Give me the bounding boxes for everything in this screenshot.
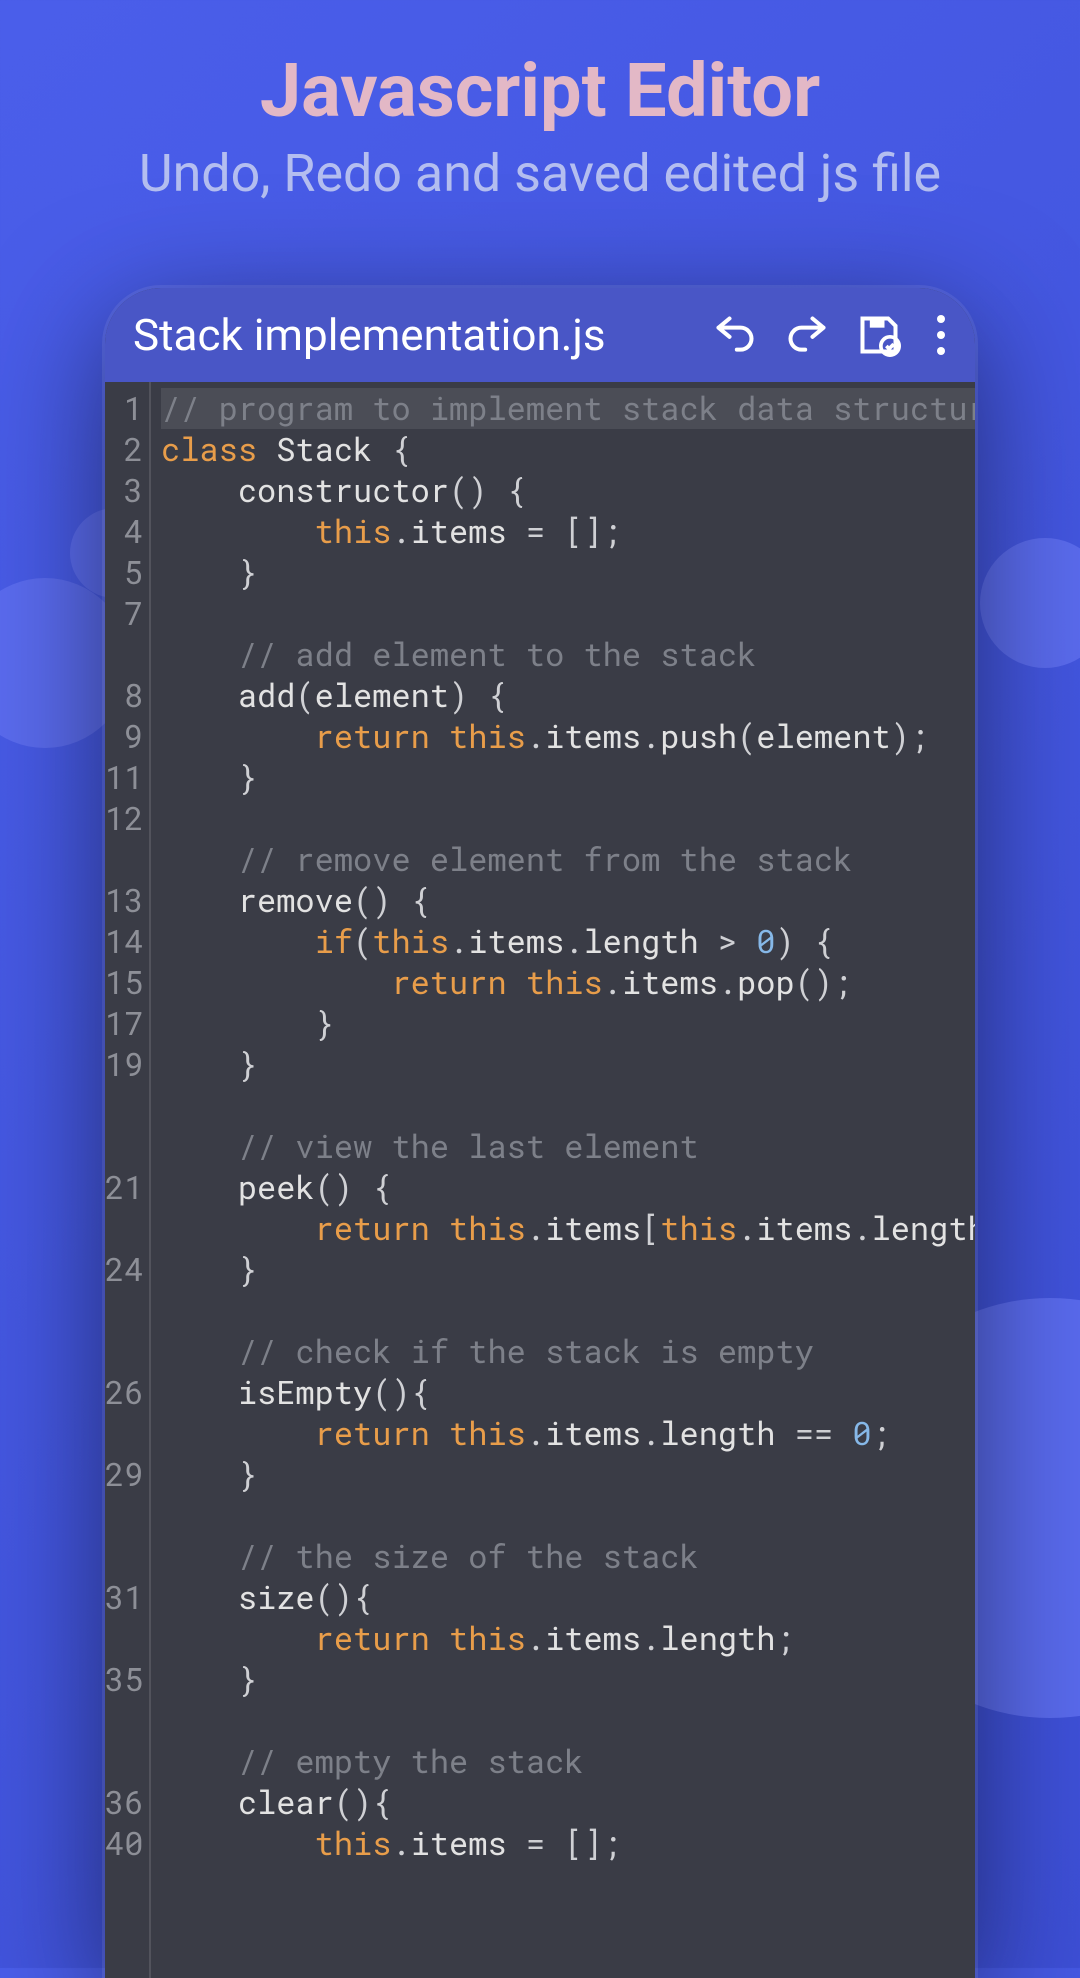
code-line[interactable]: } [161, 1454, 975, 1495]
redo-icon[interactable] [785, 313, 829, 357]
line-number [105, 839, 143, 880]
line-number: 26 [105, 1372, 143, 1413]
code-line[interactable]: // add element to the stack [161, 634, 975, 675]
code-line[interactable]: class Stack { [161, 429, 975, 470]
overflow-menu-icon[interactable] [929, 315, 953, 355]
line-number [105, 1741, 143, 1782]
code-line[interactable] [161, 1495, 975, 1536]
line-number [105, 1290, 143, 1331]
line-number [105, 1126, 143, 1167]
code-line[interactable]: size(){ [161, 1577, 975, 1618]
code-line[interactable]: } [161, 1003, 975, 1044]
line-number [105, 1618, 143, 1659]
promo-headline: Javascript Editor [0, 48, 1080, 135]
line-number: 4 [105, 511, 143, 552]
line-number: 13 [105, 880, 143, 921]
undo-icon[interactable] [713, 313, 757, 357]
line-number [105, 634, 143, 675]
line-number: 5 [105, 552, 143, 593]
line-number [105, 1413, 143, 1454]
code-line[interactable]: return this.items[this.items.length - 1]… [161, 1208, 975, 1249]
code-line[interactable]: // remove element from the stack [161, 839, 975, 880]
line-number: 35 [105, 1659, 143, 1700]
line-number [105, 1700, 143, 1741]
line-number: 11 [105, 757, 143, 798]
line-number [105, 1495, 143, 1536]
appbar-actions [713, 313, 953, 357]
code-line[interactable]: if(this.items.length > 0) { [161, 921, 975, 962]
code-line[interactable]: } [161, 552, 975, 593]
line-number: 36 [105, 1782, 143, 1823]
code-line[interactable]: } [161, 1044, 975, 1085]
code-line[interactable]: return this.items.push(element); [161, 716, 975, 757]
decor-circle [980, 538, 1080, 668]
code-area[interactable]: // program to implement stack data struc… [151, 382, 975, 1978]
line-number: 14 [105, 921, 143, 962]
code-line[interactable]: } [161, 757, 975, 798]
line-number [105, 1536, 143, 1577]
code-line[interactable]: // program to implement stack data struc… [161, 388, 975, 429]
code-line[interactable]: peek() { [161, 1167, 975, 1208]
code-line[interactable]: // view the last element [161, 1126, 975, 1167]
line-number: 7 [105, 593, 143, 634]
code-line[interactable]: return this.items.pop(); [161, 962, 975, 1003]
file-title: Stack implementation.js [133, 309, 713, 361]
code-line[interactable]: add(element) { [161, 675, 975, 716]
save-icon[interactable] [857, 313, 901, 357]
line-number: 21 [105, 1167, 143, 1208]
line-number: 24 [105, 1249, 143, 1290]
line-number [105, 1208, 143, 1249]
code-line[interactable]: } [161, 1659, 975, 1700]
line-number: 15 [105, 962, 143, 1003]
code-editor[interactable]: 12345789111213141517192124262931353640 /… [105, 382, 975, 1978]
code-line[interactable] [161, 798, 975, 839]
code-line[interactable] [161, 1085, 975, 1126]
line-number: 9 [105, 716, 143, 757]
code-line[interactable]: // empty the stack [161, 1741, 975, 1782]
code-line[interactable] [161, 593, 975, 634]
line-number [105, 1331, 143, 1372]
code-line[interactable]: isEmpty(){ [161, 1372, 975, 1413]
line-number: 19 [105, 1044, 143, 1085]
code-line[interactable]: // the size of the stack [161, 1536, 975, 1577]
line-number: 40 [105, 1823, 143, 1864]
line-number: 3 [105, 470, 143, 511]
line-number: 8 [105, 675, 143, 716]
line-number: 12 [105, 798, 143, 839]
phone-frame: Stack implementation.js 1234578911121314… [105, 288, 975, 1978]
code-line[interactable]: return this.items.length; [161, 1618, 975, 1659]
line-number: 31 [105, 1577, 143, 1618]
line-number [105, 1085, 143, 1126]
code-line[interactable]: this.items = []; [161, 511, 975, 552]
code-line[interactable]: constructor() { [161, 470, 975, 511]
code-line[interactable]: remove() { [161, 880, 975, 921]
line-number: 29 [105, 1454, 143, 1495]
code-line[interactable]: // check if the stack is empty [161, 1331, 975, 1372]
appbar: Stack implementation.js [105, 288, 975, 382]
promo-subhead: Undo, Redo and saved edited js file [0, 143, 1080, 204]
code-line[interactable]: return this.items.length == 0; [161, 1413, 975, 1454]
line-number: 1 [105, 388, 143, 429]
line-number: 2 [105, 429, 143, 470]
code-line[interactable] [161, 1290, 975, 1331]
code-line[interactable]: } [161, 1249, 975, 1290]
line-number: 17 [105, 1003, 143, 1044]
code-line[interactable]: this.items = []; [161, 1823, 975, 1864]
code-line[interactable]: clear(){ [161, 1782, 975, 1823]
line-gutter: 12345789111213141517192124262931353640 [105, 382, 151, 1978]
code-line[interactable] [161, 1700, 975, 1741]
